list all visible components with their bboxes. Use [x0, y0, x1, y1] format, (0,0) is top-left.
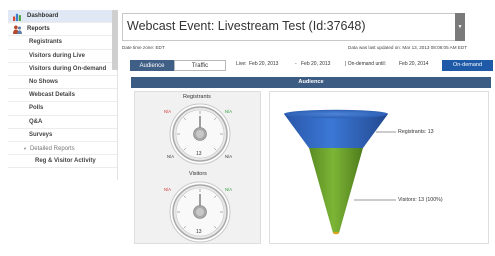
section-header-audience: Audience — [131, 77, 491, 88]
sidebar-item-polls[interactable]: Polls — [8, 102, 117, 116]
sidebar-item-reg-visitor-activity[interactable]: Reg & Visitor Activity — [8, 155, 117, 169]
gauge-max-label: N/A — [225, 109, 232, 114]
sidebar-nav: Dashboard Reports Registrants Visitors d… — [8, 10, 118, 180]
sidebar-group-label: Detailed Reports — [29, 145, 75, 152]
live-end-date: Feb 20, 2013 — [301, 61, 331, 67]
live-date-separator: - — [295, 61, 297, 67]
sidebar-item-reports[interactable]: Reports — [8, 23, 117, 37]
sidebar-item-label: Reports — [27, 26, 50, 33]
gauge-value-visitors: 13 — [196, 229, 202, 235]
gauge-title-registrants: Registrants — [183, 94, 211, 100]
sidebar-item-label: Dashboard — [27, 13, 59, 19]
tab-traffic[interactable]: Traffic — [174, 60, 226, 71]
funnel-tip — [333, 231, 339, 235]
sidebar-group-detailed-reports[interactable]: ▼ Detailed Reports — [8, 142, 117, 156]
sidebar-item-dashboard[interactable]: Dashboard — [8, 10, 117, 24]
event-selector[interactable]: Webcast Event: Livestream Test (Id:37648… — [122, 13, 465, 41]
sidebar-item-visitors-ondemand[interactable]: Visitors during On-demand — [8, 63, 117, 76]
sidebar-item-webcast-details[interactable]: Webcast Details — [8, 89, 117, 103]
gauge-value-registrants: 13 — [196, 151, 202, 157]
ondemand-until-date: Feb 20, 2014 — [399, 61, 429, 67]
gauge-title-visitors: Visitors — [189, 171, 207, 177]
gauge-low-label: N/A — [167, 154, 174, 159]
live-label: Live: — [236, 61, 247, 67]
gauges-panel: Registrants 13 N/A N/A N/A N/A Visitors — [134, 91, 261, 244]
gauge-min-label: N/A — [164, 187, 171, 192]
collapse-arrow-icon: ▼ — [23, 145, 27, 151]
funnel-top-rim — [284, 109, 388, 119]
users-icon — [13, 25, 22, 35]
funnel-label-registrants: Registrants: 13 — [398, 129, 434, 135]
funnel-segment-visitors — [309, 148, 363, 233]
live-start-date: Feb 20, 2013 — [249, 61, 279, 67]
audience-funnel-chart — [284, 109, 396, 235]
funnel-panel: Registrants: 13 Visitors: 13 (100%) — [269, 91, 489, 244]
gauge-min-label: N/A — [164, 109, 171, 114]
ondemand-label: | On-demand until: — [345, 61, 387, 67]
gauge-high-label: N/A — [225, 154, 232, 159]
last-updated-label: Data was last updated on: Mar 13, 2013 0… — [348, 45, 467, 50]
page-title: Webcast Event: Livestream Test (Id:37648… — [127, 19, 366, 33]
sidebar-item-no-shows[interactable]: No Shows — [8, 76, 117, 90]
sidebar-item-qa[interactable]: Q&A — [8, 116, 117, 129]
bar-chart-icon — [13, 13, 21, 21]
gauge-max-label: N/A — [225, 187, 232, 192]
timezone-label: Date time zone: EDT — [122, 45, 165, 50]
sidebar-item-surveys[interactable]: Surveys — [8, 129, 117, 142]
funnel-segment-registrants — [284, 114, 388, 148]
funnel-label-visitors: Visitors: 13 (100%) — [398, 197, 443, 203]
sidebar-item-registrants[interactable]: Registrants — [8, 36, 117, 50]
sidebar-scrollbar[interactable] — [112, 10, 118, 70]
sidebar-item-visitors-live[interactable]: Visitors during Live — [8, 50, 117, 63]
ondemand-button[interactable]: On-demand — [442, 60, 493, 71]
dropdown-arrow-icon[interactable]: ▼ — [455, 13, 465, 41]
tab-audience[interactable]: Audience — [130, 60, 174, 71]
